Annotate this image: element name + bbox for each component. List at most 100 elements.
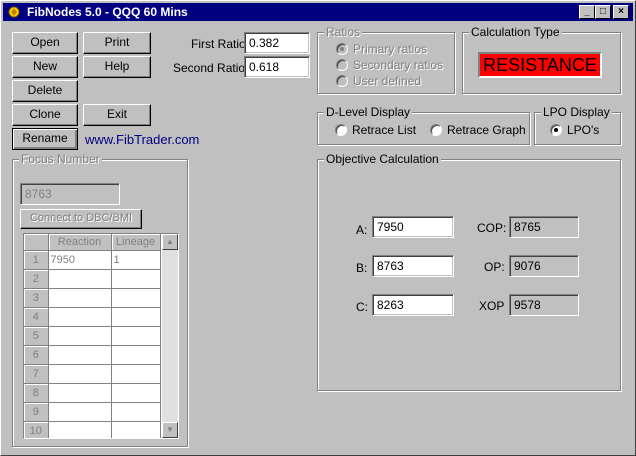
op-output: 9076 [509, 255, 579, 277]
c-input[interactable]: 8263 [372, 294, 454, 316]
table-row[interactable]: 1 7950 1 [24, 250, 161, 270]
b-input[interactable]: 8763 [372, 255, 454, 277]
reaction-cell[interactable] [48, 421, 112, 438]
exit-button[interactable]: Exit [83, 104, 151, 126]
lineage-cell[interactable] [111, 345, 161, 365]
lineage-cell[interactable] [111, 288, 161, 308]
radio-circle [336, 75, 348, 87]
clone-button[interactable]: Clone [12, 104, 78, 126]
scroll-down-arrow-icon[interactable]: ▼ [162, 422, 178, 438]
rename-button[interactable]: Rename [12, 128, 78, 150]
lpo-display-title: LPO Display [541, 105, 612, 119]
second-ratio-input[interactable]: 0.618 [244, 56, 310, 78]
row-number: 7 [24, 364, 49, 384]
table-row[interactable]: 2 [24, 269, 161, 289]
radio-circle [336, 43, 348, 55]
lineage-cell[interactable] [111, 269, 161, 289]
website-link[interactable]: www.FibTrader.com [85, 132, 199, 147]
delete-button[interactable]: Delete [12, 80, 78, 102]
reaction-column-header[interactable]: Reaction [48, 234, 112, 251]
calculation-type-value[interactable]: RESISTANCE [478, 52, 602, 78]
row-number: 6 [24, 345, 49, 365]
row-number: 5 [24, 326, 49, 346]
a-label: A: [356, 223, 368, 237]
table-row[interactable]: 10 [24, 421, 161, 438]
radio-dot [340, 47, 344, 51]
minimize-button[interactable]: _ [579, 5, 595, 19]
op-label: OP: [484, 260, 505, 274]
open-button[interactable]: Open [12, 32, 78, 54]
new-button[interactable]: New [12, 56, 78, 78]
reaction-cell[interactable] [48, 383, 112, 403]
grid-header-row: Reaction Lineage [24, 234, 161, 251]
radio-label: Secondary ratios [353, 58, 444, 72]
close-button[interactable]: × [613, 5, 629, 19]
ratios-group: Ratios Primary ratios Secondary ratios U… [317, 25, 455, 94]
cop-output: 8765 [509, 216, 579, 238]
lineage-cell[interactable] [111, 421, 161, 438]
help-button[interactable]: Help [83, 56, 151, 78]
dlevel-display-group: D-Level Display Retrace List Retrace Gra… [317, 105, 530, 145]
c-label: C: [356, 300, 368, 314]
reaction-cell[interactable] [48, 288, 112, 308]
table-row[interactable]: 4 [24, 307, 161, 327]
grid-corner [24, 234, 49, 251]
a-input[interactable]: 7950 [372, 216, 454, 238]
row-number: 1 [24, 250, 49, 270]
lineage-cell[interactable] [111, 326, 161, 346]
radio-circle [335, 124, 347, 136]
calculation-type-title: Calculation Type [469, 25, 562, 39]
reaction-cell[interactable] [48, 326, 112, 346]
b-label: B: [356, 261, 368, 275]
fibnodes-app-icon [8, 6, 20, 18]
reaction-cell[interactable] [48, 364, 112, 384]
table-row[interactable]: 5 [24, 326, 161, 346]
row-number: 4 [24, 307, 49, 327]
connect-dbc-bmi-button[interactable]: Connect to DBC/BMI [20, 209, 142, 229]
row-number: 3 [24, 288, 49, 308]
second-ratio-label: Second Ratio [173, 61, 246, 75]
scroll-up-arrow-icon[interactable]: ▲ [162, 234, 178, 250]
lineage-cell[interactable]: 1 [111, 250, 161, 270]
reaction-cell[interactable] [48, 269, 112, 289]
reaction-cell[interactable]: 7950 [48, 250, 112, 270]
row-number: 2 [24, 269, 49, 289]
cop-label: COP: [477, 221, 507, 235]
print-button[interactable]: Print [83, 32, 151, 54]
row-number: 10 [24, 421, 49, 438]
table-row[interactable]: 6 [24, 345, 161, 365]
focus-number-title: Focus Number [19, 152, 102, 166]
radio-label: Primary ratios [353, 42, 428, 56]
lineage-cell[interactable] [111, 402, 161, 422]
radio-circle [430, 124, 442, 136]
lineage-cell[interactable] [111, 307, 161, 327]
title-bar[interactable]: FibNodes 5.0 - QQQ 60 Mins _ □ × [3, 3, 633, 21]
first-ratio-label: First Ratio [191, 37, 246, 51]
first-ratio-input[interactable]: 0.382 [244, 32, 310, 54]
xop-output: 9578 [509, 294, 579, 316]
radio-label: Retrace List [352, 123, 417, 137]
lineage-cell[interactable] [111, 383, 161, 403]
radio-label: LPO's [567, 123, 600, 137]
objective-calculation-title: Objective Calculation [324, 152, 441, 166]
focus-number-input[interactable]: 8763 [20, 183, 120, 205]
row-number: 8 [24, 383, 49, 403]
lpo-display-group: LPO Display LPO's [534, 105, 621, 145]
radio-label: Retrace Graph [447, 123, 526, 137]
table-row[interactable]: 3 [24, 288, 161, 308]
reaction-cell[interactable] [48, 345, 112, 365]
grid-vertical-scrollbar[interactable]: ▲ ▼ [162, 234, 178, 438]
lineage-cell[interactable] [111, 364, 161, 384]
reaction-cell[interactable] [48, 402, 112, 422]
reaction-lineage-grid: Reaction Lineage 1 7950 1 2 3 4 5 6 7 8 9 … [23, 233, 179, 439]
radio-dot [554, 128, 558, 132]
maximize-button[interactable]: □ [595, 5, 611, 19]
table-row[interactable]: 7 [24, 364, 161, 384]
app-window: FibNodes 5.0 - QQQ 60 Mins _ □ × Open Pr… [0, 0, 636, 456]
reaction-cell[interactable] [48, 307, 112, 327]
radio-circle [550, 124, 562, 136]
table-row[interactable]: 8 [24, 383, 161, 403]
lineage-column-header[interactable]: Lineage [111, 234, 161, 251]
table-row[interactable]: 9 [24, 402, 161, 422]
ratios-group-title: Ratios [324, 25, 363, 39]
